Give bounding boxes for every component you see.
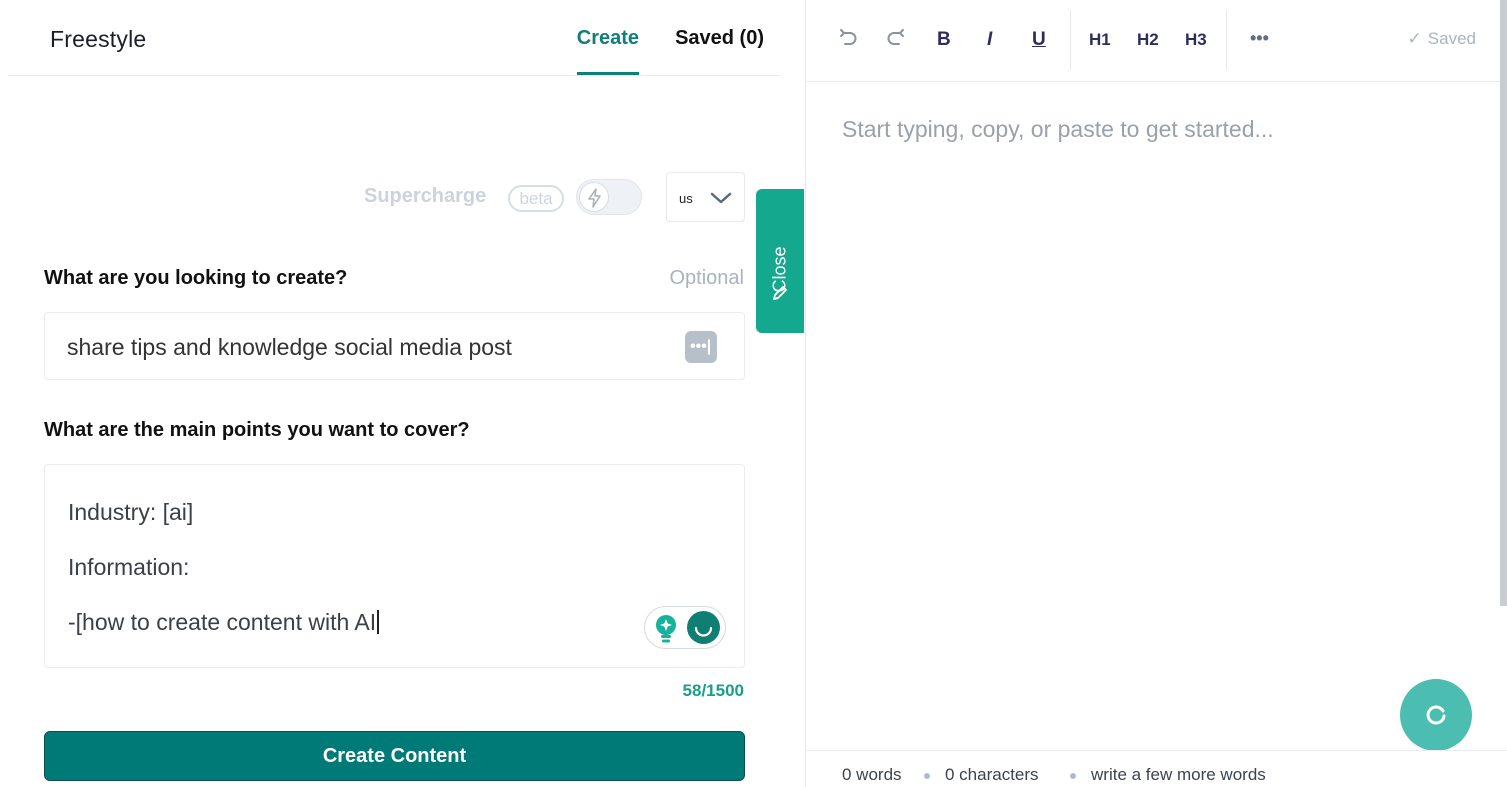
pencil-icon bbox=[773, 286, 787, 300]
tab-bar: Create Saved (0) bbox=[576, 0, 764, 75]
left-panel: Freestyle Create Saved (0) Supercharge b… bbox=[0, 0, 806, 787]
header-divider bbox=[8, 75, 780, 76]
textarea-line: -[how to create content with AI bbox=[68, 609, 377, 635]
chevron-down-icon bbox=[710, 192, 732, 204]
heading2-button[interactable]: H2 bbox=[1137, 30, 1159, 58]
textarea-line: Information: bbox=[68, 554, 190, 580]
refresh-icon bbox=[1426, 705, 1446, 725]
textarea-line-active: -[how to create content with AI bbox=[68, 609, 380, 636]
editor-placeholder[interactable]: Start typing, copy, or paste to get star… bbox=[842, 116, 1274, 143]
redo-icon bbox=[887, 29, 904, 45]
language-select[interactable]: us bbox=[666, 172, 745, 222]
underline-button[interactable]: U bbox=[1032, 29, 1046, 57]
editor-panel: B I U H1 H2 H3 ••• ✓ Saved Start typing, … bbox=[806, 0, 1507, 787]
language-value: us bbox=[679, 191, 693, 206]
refresh-fab-button[interactable] bbox=[1400, 679, 1472, 751]
checkmark-icon: ✓ bbox=[1407, 29, 1422, 48]
undo-button[interactable] bbox=[836, 26, 860, 54]
toolbar-divider bbox=[1070, 10, 1071, 70]
character-count: 0 characters bbox=[945, 765, 1039, 784]
lightning-icon bbox=[588, 188, 601, 208]
bold-button[interactable]: B bbox=[937, 29, 951, 57]
textarea-tools bbox=[644, 606, 726, 649]
question-create-label: What are you looking to create? bbox=[44, 267, 348, 289]
writing-hint: write a few more words bbox=[1091, 765, 1266, 784]
save-status: ✓ Saved bbox=[1408, 29, 1476, 49]
supercharge-label: Supercharge bbox=[364, 185, 487, 207]
create-content-button[interactable]: Create Content bbox=[44, 731, 745, 781]
italic-button[interactable]: I bbox=[987, 29, 992, 57]
app-title: Freestyle bbox=[50, 26, 147, 52]
textarea-line: Industry: [ai] bbox=[68, 499, 194, 525]
scrollbar[interactable] bbox=[1500, 0, 1507, 606]
heading1-button[interactable]: H1 bbox=[1089, 30, 1111, 58]
undo-icon bbox=[840, 29, 857, 45]
supercharge-toggle[interactable] bbox=[576, 179, 642, 215]
separator-dot bbox=[1070, 773, 1076, 779]
tab-create[interactable]: Create bbox=[576, 0, 640, 75]
beta-badge: beta bbox=[508, 185, 564, 212]
create-topic-input[interactable]: share tips and knowledge social media po… bbox=[44, 312, 745, 380]
heading3-button[interactable]: H3 bbox=[1185, 30, 1207, 58]
main-points-textarea[interactable]: Industry: [ai] Information: -[how to cre… bbox=[44, 464, 745, 668]
more-options-button[interactable]: ••• bbox=[1250, 28, 1269, 56]
toggle-knob bbox=[579, 182, 609, 212]
separator-dot bbox=[924, 773, 930, 779]
word-count: 0 words bbox=[842, 765, 902, 784]
tab-saved[interactable]: Saved (0) bbox=[675, 0, 764, 75]
lightbulb-icon[interactable] bbox=[653, 614, 679, 644]
character-counter: 58/1500 bbox=[682, 681, 744, 700]
text-caret bbox=[377, 610, 380, 634]
input-options-icon[interactable]: •••| bbox=[685, 331, 717, 363]
create-topic-value: share tips and knowledge social media po… bbox=[67, 334, 512, 360]
save-status-label: Saved bbox=[1427, 29, 1476, 48]
redo-button[interactable] bbox=[884, 26, 908, 54]
close-panel-tab[interactable]: Close bbox=[756, 189, 804, 333]
toolbar-divider bbox=[1226, 10, 1227, 70]
editor-footer: 0 words 0 characters write a few more wo… bbox=[806, 750, 1507, 787]
optional-label: Optional bbox=[669, 267, 745, 289]
question-points-label: What are the main points you want to cov… bbox=[44, 419, 470, 441]
editor-toolbar: B I U H1 H2 H3 ••• ✓ Saved bbox=[806, 0, 1507, 82]
loading-spinner-icon bbox=[687, 611, 720, 644]
